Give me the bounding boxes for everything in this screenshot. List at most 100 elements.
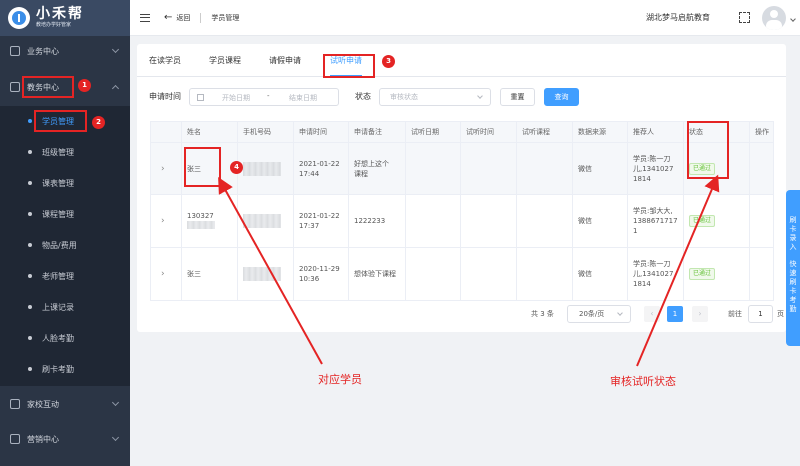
avatar[interactable] xyxy=(762,6,786,30)
academic-submenu: 学员管理 班级管理 课表管理 课程管理 物品/费用 老师管理 上课记录 人脸考勤… xyxy=(0,106,130,386)
highlight-student-name xyxy=(184,147,221,187)
bullet-icon xyxy=(28,274,32,278)
menu-group-label: 营销中心 xyxy=(27,434,59,444)
sidebar-item-teachers[interactable]: 老师管理 xyxy=(0,261,130,291)
reset-button[interactable]: 重置 xyxy=(500,88,535,106)
logo: 小禾帮 教培办学好管家 xyxy=(0,0,130,36)
person-icon xyxy=(10,46,20,56)
menu-group-business[interactable]: 业务中心 xyxy=(0,37,130,65)
back-button[interactable]: ← 返回 xyxy=(164,12,190,23)
chevron-down-icon xyxy=(111,45,120,54)
goto-label: 前往 xyxy=(728,310,742,318)
trial-course xyxy=(516,143,572,194)
query-button[interactable]: 查询 xyxy=(544,88,579,106)
col-referrer: 推荐人 xyxy=(627,122,683,142)
phone-redacted xyxy=(237,143,293,194)
trial-date xyxy=(405,248,460,300)
table-row[interactable]: › 130327 2021-01-22 17:37 1222233 微信 学员:邹… xyxy=(151,195,773,248)
tab-enrolled-students[interactable]: 在读学员 xyxy=(149,44,181,77)
sidebar-item-items-fees[interactable]: 物品/费用 xyxy=(0,230,130,260)
org-name: 湖北梦马启航教育 xyxy=(646,13,710,22)
caret-down-icon[interactable] xyxy=(790,16,796,22)
filter-bar: 申请时间 开始日期 - 结束日期 状态 审核状态 重置 查询 xyxy=(137,87,786,107)
student-name: 130327 xyxy=(181,195,237,247)
bullet-icon xyxy=(28,336,32,340)
sidebar-item-classes[interactable]: 班级管理 xyxy=(0,137,130,167)
table-row[interactable]: › 张三 2021-01-22 17:44 好想上这个 课程 微信 学员:陈一刀 儿,… xyxy=(151,143,773,195)
book-icon xyxy=(10,82,20,92)
sidebar-item-label: 班级管理 xyxy=(42,147,74,157)
page-size-select[interactable]: 20条/页 xyxy=(567,305,631,323)
tab-student-courses[interactable]: 学员课程 xyxy=(209,44,241,77)
next-page-button[interactable]: › xyxy=(692,306,708,322)
note-line: 好想上这个 xyxy=(354,159,389,168)
end-date-placeholder: 结束日期 xyxy=(289,94,317,102)
sidebar-item-label: 人脸考勤 xyxy=(42,333,74,343)
calendar-icon xyxy=(197,94,204,101)
actions-cell xyxy=(749,195,773,247)
logo-icon xyxy=(8,7,30,29)
referrer-line: 儿,1341027 xyxy=(633,270,674,278)
col-trial-date: 试听日期 xyxy=(405,122,460,142)
note-line: 课程 xyxy=(354,169,368,178)
share-icon xyxy=(10,434,20,444)
apply-time: 2021-01-22 17:44 xyxy=(293,143,348,194)
highlight-academic-center xyxy=(22,76,74,98)
trial-date xyxy=(405,143,460,194)
divider xyxy=(200,12,202,23)
current-page-button[interactable]: 1 xyxy=(667,306,683,322)
trial-requests-table: 姓名 手机号码 申请时间 申请备注 试听日期 试听时间 试听课程 数据来源 推荐… xyxy=(150,121,774,301)
prev-page-button[interactable]: ‹ xyxy=(644,306,660,322)
fullscreen-icon[interactable] xyxy=(739,12,750,23)
status-label: 状态 xyxy=(355,92,371,101)
bullet-icon xyxy=(28,119,32,123)
actions-cell xyxy=(749,143,773,194)
chevron-down-icon xyxy=(477,93,483,99)
sidebar-item-label: 老师管理 xyxy=(42,271,74,281)
tab-bar: 在读学员 学员课程 请假申请 试听申请 xyxy=(137,44,786,77)
referrer: 学员:陈一刀 儿,1341027 1814 xyxy=(627,248,683,300)
menu-toggle-icon[interactable] xyxy=(140,13,150,22)
table-row[interactable]: › 张三 2020-11-29 10:36 想体验下课程 微信 学员:陈一刀 儿,1… xyxy=(151,248,773,300)
bullet-icon xyxy=(28,305,32,309)
float-text-2: 快速刷卡考勤 xyxy=(789,260,797,313)
app-tagline: 教培办学好管家 xyxy=(36,22,72,28)
sidebar-item-schedule[interactable]: 课表管理 xyxy=(0,168,130,198)
bullet-icon xyxy=(28,212,32,216)
data-source: 微信 xyxy=(572,195,627,247)
status-cell: 已通过 xyxy=(683,248,749,300)
highlight-status xyxy=(687,121,729,179)
breadcrumb: 学员管理 xyxy=(211,13,240,22)
data-source: 微信 xyxy=(572,248,627,300)
status-select[interactable]: 审核状态 xyxy=(379,88,491,106)
content-card: 在读学员 学员课程 请假申请 试听申请 申请时间 开始日期 - 结束日期 状态 … xyxy=(137,44,786,332)
sidebar-item-label: 上课记录 xyxy=(42,302,74,312)
chevron-up-icon xyxy=(111,84,120,93)
apply-time: 2021-01-22 17:37 xyxy=(293,195,348,247)
chevron-down-icon xyxy=(617,310,623,316)
date-label: 申请时间 xyxy=(149,92,181,101)
sidebar-item-courses[interactable]: 课程管理 xyxy=(0,199,130,229)
step-badge-3: 3 xyxy=(382,55,395,68)
expand-row-icon[interactable]: › xyxy=(151,195,181,247)
trial-course xyxy=(516,248,572,300)
step-badge-4: 4 xyxy=(230,161,243,174)
table-header: 姓名 手机号码 申请时间 申请备注 试听日期 试听时间 试听课程 数据来源 推荐… xyxy=(151,122,773,143)
sidebar-item-face-attendance[interactable]: 人脸考勤 xyxy=(0,323,130,353)
apply-date: 2021-01-22 xyxy=(299,212,340,220)
menu-group-marketing[interactable]: 营销中心 xyxy=(0,425,130,453)
goto-page-input[interactable]: 1 xyxy=(748,305,773,323)
app-name: 小禾帮 xyxy=(36,6,84,22)
col-phone: 手机号码 xyxy=(237,122,293,142)
tab-leave-requests[interactable]: 请假申请 xyxy=(269,44,301,77)
sidebar-item-class-records[interactable]: 上课记录 xyxy=(0,292,130,322)
apply-note: 好想上这个 课程 xyxy=(348,143,405,194)
sidebar-item-label: 课表管理 xyxy=(42,178,74,188)
sidebar-item-card-attendance[interactable]: 刷卡考勤 xyxy=(0,354,130,384)
expand-row-icon[interactable]: › xyxy=(151,248,181,300)
expand-row-icon[interactable]: › xyxy=(151,143,181,194)
date-range-picker[interactable]: 开始日期 - 结束日期 xyxy=(189,88,339,106)
menu-group-home-school[interactable]: 家校互动 xyxy=(0,390,130,418)
card-entry-float-button[interactable]: 刷卡录入 快速刷卡考勤 xyxy=(786,190,800,346)
sidebar-item-label: 刷卡考勤 xyxy=(42,364,74,374)
